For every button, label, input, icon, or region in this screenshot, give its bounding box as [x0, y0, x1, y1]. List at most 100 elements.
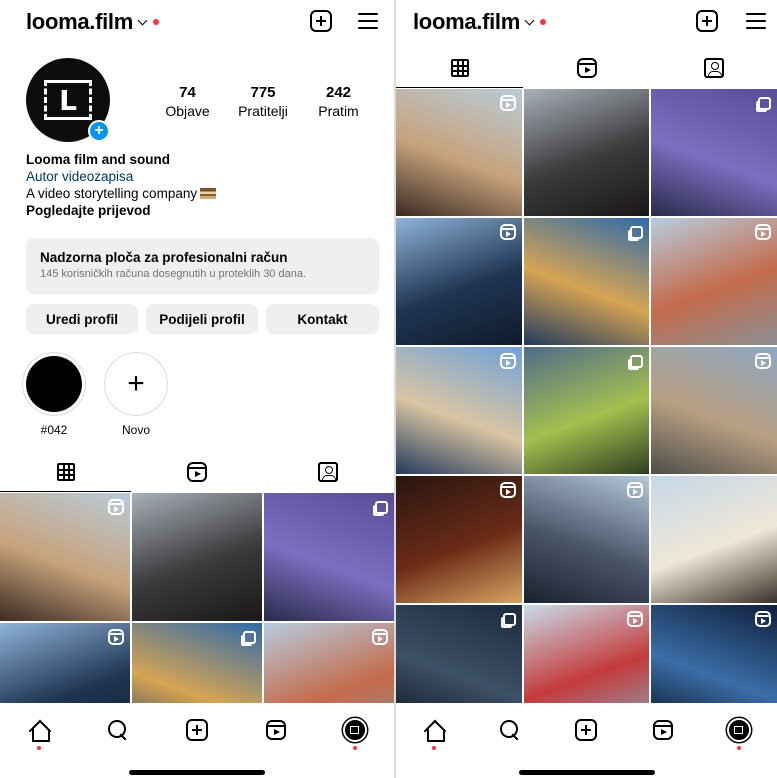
tagged-icon — [703, 58, 724, 78]
post-thumbnail-hooded-dancer-graffiti[interactable] — [651, 89, 777, 216]
post-thumbnail-town-church-tower[interactable] — [264, 623, 394, 703]
plus-icon: + — [127, 367, 145, 400]
post-thumbnail-town-church-tower[interactable] — [651, 218, 777, 345]
post-thumbnail-silhouette-against-light[interactable] — [0, 623, 130, 703]
edit-profile-button[interactable]: Uredi profil — [26, 304, 138, 334]
stat-label: Pratitelji — [238, 103, 288, 119]
profile-name: Looma film and sound — [26, 152, 170, 167]
profile-icon — [726, 718, 751, 742]
profile-screen-top: looma.film L + 74 Objave 775 Pratitelji … — [0, 0, 394, 778]
nav-reels[interactable] — [256, 710, 296, 750]
nav-home[interactable] — [19, 710, 59, 750]
stat-label: Pratim — [318, 103, 359, 119]
post-thumbnail-band-performing-indoors[interactable] — [132, 493, 262, 621]
posts-grid — [396, 89, 777, 703]
username-switcher[interactable]: looma.film — [413, 9, 547, 35]
tab-reels[interactable] — [131, 452, 262, 492]
create-icon[interactable] — [310, 10, 332, 32]
reel-badge-icon — [499, 482, 516, 498]
profile-stats: 74 Objave 775 Pratitelji 242 Pratim — [150, 84, 376, 120]
post-thumbnail-beer-bottles[interactable] — [396, 476, 522, 603]
nav-create[interactable] — [177, 710, 217, 750]
dashboard-subtitle: 145 korisničkih računa dosegnutih u prot… — [40, 268, 307, 280]
profile-bio: Looma film and sound Autor videozapisa A… — [26, 151, 217, 219]
reel-badge-icon — [108, 629, 124, 645]
post-thumbnail-skier-red-jacket[interactable] — [523, 605, 650, 703]
reel-badge-icon — [627, 611, 644, 627]
film-logo-icon: L — [44, 80, 92, 120]
reels-icon — [186, 462, 207, 482]
nav-search[interactable] — [490, 710, 530, 750]
nav-reels[interactable] — [643, 710, 683, 750]
notification-dot — [153, 19, 160, 25]
menu-icon[interactable] — [358, 13, 378, 29]
tab-tagged[interactable] — [650, 48, 777, 88]
notification-dot — [37, 746, 42, 750]
create-icon — [185, 719, 208, 741]
post-thumbnail-street-festival-crowd[interactable] — [396, 89, 522, 216]
stat-following[interactable]: 242 Pratim — [301, 84, 376, 120]
stat-posts[interactable]: 74 Objave — [150, 84, 225, 120]
post-thumbnail-harbor-old-town[interactable] — [396, 347, 522, 474]
post-thumbnail-band-performing-indoors[interactable] — [523, 89, 650, 216]
post-thumbnail-man-with-drone-castle[interactable] — [651, 476, 777, 603]
post-thumbnail-silhouette-against-light[interactable] — [396, 218, 522, 345]
books-emoji-icon — [200, 188, 217, 199]
menu-icon[interactable] — [746, 13, 766, 29]
home-indicator — [518, 770, 655, 775]
reel-badge-icon — [499, 95, 516, 111]
highlight-ring: + — [104, 352, 168, 416]
highlight-ring — [22, 352, 86, 416]
nav-home[interactable] — [414, 710, 454, 750]
bottom-nav — [0, 705, 394, 755]
posts-grid — [0, 493, 394, 703]
add-story-icon[interactable]: + — [88, 120, 110, 142]
share-profile-button[interactable]: Podijeli profil — [146, 304, 258, 334]
username-switcher[interactable]: looma.film — [26, 9, 160, 35]
nav-profile[interactable] — [335, 710, 375, 750]
stat-number: 775 — [250, 84, 276, 101]
contact-button[interactable]: Kontakt — [266, 304, 379, 334]
header: looma.film — [396, 0, 777, 44]
post-thumbnail-runners-on-stairs[interactable] — [523, 476, 650, 603]
tab-tagged[interactable] — [262, 452, 394, 492]
post-thumbnail-drinks-on-table[interactable] — [523, 218, 650, 345]
post-thumbnail-couple-running-park[interactable] — [651, 347, 777, 474]
nav-search[interactable] — [98, 710, 138, 750]
dashboard-title: Nadzorna ploča za profesionalni račun — [40, 250, 288, 265]
profile-screen-scrolled: looma.film — [396, 0, 777, 778]
grid-icon — [56, 462, 75, 481]
grid-icon — [450, 58, 469, 77]
highlight-story[interactable]: #042 — [22, 352, 86, 437]
carousel-badge-icon — [502, 613, 516, 626]
post-thumbnail-street-festival-crowd[interactable] — [0, 493, 130, 621]
chevron-down-icon — [137, 15, 148, 26]
post-thumbnail-title-card-blue[interactable] — [651, 605, 777, 703]
post-thumbnail-mountain-biker[interactable] — [523, 347, 650, 474]
post-thumbnail-man-in-dark-hoodie[interactable] — [396, 605, 522, 703]
notification-dot — [432, 746, 437, 750]
home-icon — [424, 720, 446, 742]
profile-actions: Uredi profil Podijeli profil Kontakt — [26, 304, 379, 334]
search-icon — [108, 720, 128, 740]
professional-dashboard[interactable]: Nadzorna ploča za profesionalni račun 14… — [26, 238, 379, 294]
post-thumbnail-drinks-on-table[interactable] — [132, 623, 262, 703]
reel-badge-icon — [499, 353, 516, 369]
tab-reels[interactable] — [523, 48, 650, 88]
nav-create[interactable] — [566, 710, 606, 750]
notification-dot — [352, 746, 357, 750]
highlight-new[interactable]: + Novo — [104, 352, 168, 437]
highlight-label: #042 — [40, 423, 68, 437]
tab-posts[interactable] — [0, 452, 131, 492]
profile-tabs — [0, 452, 394, 492]
header: looma.film — [0, 0, 394, 44]
stat-followers[interactable]: 775 Pratitelji — [226, 84, 301, 120]
post-thumbnail-hooded-dancer-graffiti[interactable] — [264, 493, 394, 621]
tab-posts[interactable] — [396, 48, 523, 88]
notification-dot — [540, 19, 547, 25]
create-icon[interactable] — [696, 10, 718, 32]
bio-text: A video storytelling company — [26, 186, 198, 201]
see-translation-link[interactable]: Pogledajte prijevod — [26, 202, 216, 219]
profile-category: Autor videozapisa — [26, 169, 134, 184]
nav-profile[interactable] — [719, 710, 759, 750]
